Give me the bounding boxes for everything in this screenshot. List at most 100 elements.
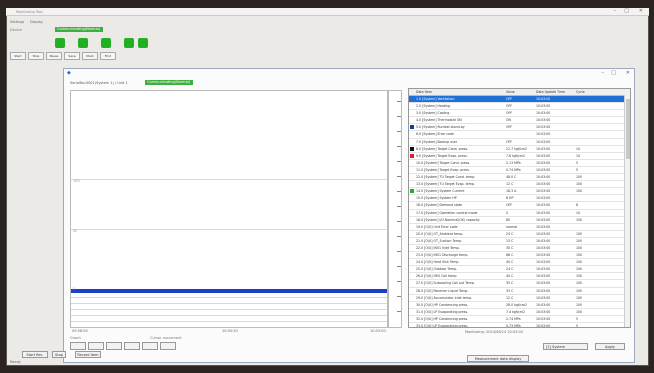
stop-button[interactable] — [78, 38, 88, 48]
table-row[interactable]: 7.0 [System] Backup user OFF 10:03:00 — [409, 139, 630, 146]
table-row[interactable]: 31.0 [O/U] LP Evaporating press. 7.4 kgf/… — [409, 309, 630, 316]
measurement-display-button[interactable]: Measurement data display — [467, 355, 529, 362]
toolbar-button-3[interactable]: Pause — [46, 52, 62, 60]
row-value: 40 C — [506, 274, 514, 279]
row-value: 12 C — [506, 295, 514, 300]
table-row[interactable]: 24.0 [O/U] Heat Sink Temp. 40 C 10:03:00 10… — [409, 259, 630, 267]
series-color-swatch[interactable] — [410, 189, 414, 194]
graph-btn-5[interactable] — [142, 342, 158, 350]
row-value: 2.74 MPa — [506, 316, 521, 321]
system-select[interactable]: [1] System — [543, 343, 588, 350]
toolbar-button-4[interactable]: Save — [64, 52, 80, 60]
row-update-time: 10:03:00 — [536, 203, 551, 208]
graph-btn-2[interactable] — [88, 342, 104, 350]
table-row[interactable]: 13.0 [System] TU Target Evap. temp. 12 C 1… — [409, 181, 630, 189]
row-item-name: 9.0 [System] Target Evap. press. — [416, 153, 468, 158]
close-icon[interactable]: ✕ — [639, 8, 643, 14]
menu-display[interactable]: Display — [30, 20, 43, 24]
trend-graph[interactable]: 100 50 0 — [70, 90, 388, 328]
stop-button-footer[interactable]: Stop — [52, 351, 66, 358]
table-row[interactable]: 21.0 [O/U] OT_Suction Temp. 13 C 10:03:00 1… — [409, 238, 630, 245]
table-row[interactable]: 25.0 [O/U] Outdoor Temp. 24 C 10:03:00 100 — [409, 266, 630, 274]
table-row[interactable]: 2.0 [System] Heating OFF 10:03:00 — [409, 103, 630, 111]
table-row[interactable]: 3.0 [System] Cooling OFF 10:03:00 — [409, 110, 630, 118]
row-value: 7.6 kgf/cm2 — [506, 153, 526, 158]
table-row[interactable]: 33.0 [O/U] LP Evaporating press. 0.73 MPa… — [409, 323, 630, 327]
row-update-time: 10:03:00 — [536, 160, 551, 165]
series-color-swatch[interactable] — [410, 153, 414, 158]
table-row[interactable]: 1.0 [System] Ventilation OFF 10:03:00 — [409, 96, 630, 104]
row-cycle: 100 — [576, 274, 583, 279]
table-row[interactable]: 20.0 [O/U] OT_Ambient temp. 24 C 10:03:00 1… — [409, 231, 630, 238]
trend-line-blue — [71, 289, 387, 293]
col-header-time[interactable]: Data Update Time — [536, 89, 576, 95]
row-cycle — [576, 117, 630, 123]
table-row[interactable]: 26.0 [O/U] HEX Coil temp. 40 C 10:03:00 100 — [409, 273, 630, 281]
row-value: 24 C — [506, 267, 514, 272]
row-value: 35 C — [506, 281, 514, 286]
table-row[interactable]: 17.0 [System] Operation control mode 0 10:… — [409, 210, 630, 217]
row-value: 28.0 kgf/cm2 — [506, 302, 528, 307]
table-row[interactable]: 32.0 [O/U] HP Condensing press. 2.74 MPa 1… — [409, 316, 630, 323]
table-row[interactable]: 15.0 [System] System HP 8 HP 10:03:00 — [409, 195, 630, 203]
toolbar-button-2[interactable]: Stop — [28, 52, 44, 60]
row-item-name: 18.0 [System] I/U Nominal(OK) capacity — [416, 217, 480, 222]
series-color-swatch[interactable] — [410, 125, 414, 130]
menu-settings[interactable]: Settings — [10, 20, 24, 24]
table-row[interactable]: 28.0 [O/U] Receiver Liquid Temp. 33 C 10:0… — [409, 288, 630, 295]
save-button[interactable] — [124, 38, 134, 48]
record-item-button[interactable]: Record Item — [75, 351, 101, 358]
table-row[interactable]: 14.0 [System] System Current 18.3 A 10:03:… — [409, 188, 630, 196]
status-text: Ready — [10, 360, 21, 364]
toolbar-button-6[interactable]: Find — [100, 52, 116, 60]
toolbar-button-5[interactable]: Mark — [82, 52, 98, 60]
grid-line — [71, 229, 387, 230]
row-value: normal — [506, 224, 518, 229]
table-row[interactable]: 30.0 [O/U] HP Condensing press. 28.0 kgf/… — [409, 302, 630, 309]
table-row[interactable]: 9.0 [System] Target Evap. press. 7.6 kgf/… — [409, 153, 630, 160]
table-row[interactable]: 16.0 [System] Demand state OFF 10:03:00 8 — [409, 202, 630, 210]
table-row[interactable]: 10.0 [System] Target Cond. press. 2.13 MP… — [409, 160, 630, 167]
table-row[interactable]: 11.0 [System] Target Evap. press. 0.74 MP… — [409, 167, 630, 175]
device-status-badge: Communicating(Normal) — [55, 27, 103, 32]
table-row[interactable]: 8.0 [System] Target Cond. press. 21.7 kgf… — [409, 146, 630, 153]
series-color-swatch[interactable] — [410, 146, 414, 151]
row-cycle: 100 — [576, 231, 583, 236]
table-row[interactable]: 18.0 [System] I/U Nominal(OK) capacity 80… — [409, 217, 630, 224]
start-button[interactable] — [55, 38, 65, 48]
toolbar-button-1[interactable]: Start — [10, 52, 26, 60]
table-row[interactable]: 29.0 [O/U] Accumulator inlet temp. 12 C 10… — [409, 295, 630, 302]
graph-btn-3[interactable] — [106, 342, 122, 350]
pause-button[interactable] — [101, 38, 111, 48]
inner-minimize-icon[interactable]: – — [602, 70, 605, 76]
table-row[interactable]: 22.0 [O/U] INV1 Inlet Temp. 30 C 10:03:00 1… — [409, 245, 630, 253]
graph-btn-1[interactable] — [70, 342, 86, 350]
row-update-time: 10:03:00 — [536, 281, 551, 286]
col-header-item[interactable]: Data Item — [415, 89, 506, 95]
toolbar-row: Start Stop Pause Save Mark Find — [10, 52, 116, 60]
mark-button[interactable] — [138, 38, 148, 48]
table-scrollbar[interactable] — [624, 95, 630, 327]
table-row[interactable]: 27.0 [O/U] Subcooling Coil out Temp. 35 C… — [409, 280, 630, 288]
col-header-cycle[interactable]: Cycle — [576, 89, 630, 95]
table-row[interactable]: 12.0 [System] TU Target Cond. temp. 48.0 … — [409, 174, 630, 182]
apply-button[interactable]: Apply — [595, 343, 625, 350]
table-row[interactable]: 23.0 [O/U] INV1 Discharge temp. 68 C 10:03… — [409, 252, 630, 260]
table-row[interactable]: 6.0 [System] Error code 10:03:00 — [409, 131, 630, 139]
graph-btn-4[interactable] — [124, 342, 140, 350]
minimize-icon[interactable]: – — [614, 8, 617, 14]
table-row[interactable]: 5.0 [System] Runtest stand-by OFF 10:03:00 — [409, 124, 630, 132]
graph-btn-6[interactable] — [160, 342, 176, 350]
row-cycle: 100 — [576, 309, 583, 314]
maximize-icon[interactable]: □ — [624, 8, 629, 14]
col-header-value[interactable]: Value — [506, 89, 536, 95]
table-row[interactable]: 4.0 [System] Thermostat ON ON 10:03:00 — [409, 117, 630, 125]
inner-maximize-icon[interactable]: □ — [611, 70, 616, 76]
table-row[interactable]: 19.0 [O/U] Unit Error code normal 10:03:00 — [409, 224, 630, 231]
row-item-name: 16.0 [System] Demand state — [416, 203, 463, 208]
row-value: 2.13 MPa — [506, 160, 521, 165]
inner-close-icon[interactable]: ✕ — [626, 70, 630, 76]
y-axis-scale — [388, 90, 402, 328]
scrollbar-thumb[interactable] — [626, 99, 630, 159]
start-rec-button[interactable]: Start Rec. — [22, 351, 48, 358]
